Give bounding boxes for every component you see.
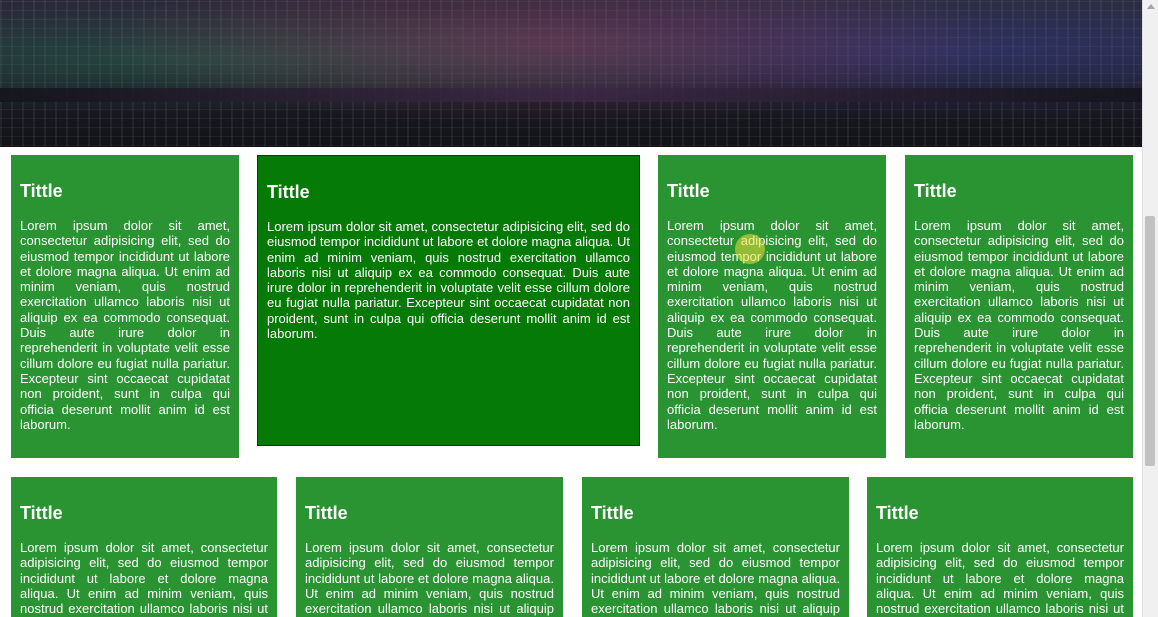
card-title: Tittle: [20, 503, 63, 523]
card-5: Tittle Lorem ipsum dolor sit amet, conse…: [11, 477, 277, 617]
card-6: Tittle Lorem ipsum dolor sit amet, conse…: [296, 477, 563, 617]
card-title: Tittle: [876, 503, 919, 523]
card-title: Tittle: [305, 503, 348, 523]
card-text: Lorem ipsum dolor sit amet, consectetur …: [876, 540, 1124, 617]
hero-banner-beam: [0, 88, 1143, 102]
card-text: Lorem ipsum dolor sit amet, consectetur …: [267, 219, 630, 342]
card-3: Tittle Lorem ipsum dolor sit amet, conse…: [658, 155, 886, 458]
card-7: Tittle Lorem ipsum dolor sit amet, conse…: [582, 477, 849, 617]
card-title: Tittle: [591, 503, 634, 523]
vertical-scrollbar[interactable]: [1142, 0, 1158, 617]
card-text: Lorem ipsum dolor sit amet, consectetur …: [914, 218, 1124, 432]
card-2-featured: Tittle Lorem ipsum dolor sit amet, conse…: [257, 155, 640, 446]
card-title: Tittle: [20, 181, 63, 201]
scroll-up-arrow-icon[interactable]: [1147, 4, 1155, 9]
card-text: Lorem ipsum dolor sit amet, consectetur …: [667, 218, 877, 432]
scrollbar-thumb[interactable]: [1145, 216, 1155, 466]
card-1: Tittle Lorem ipsum dolor sit amet, conse…: [11, 155, 239, 458]
hero-banner-image: [0, 0, 1143, 147]
card-text: Lorem ipsum dolor sit amet, consectetur …: [20, 218, 230, 432]
card-title: Tittle: [267, 182, 310, 202]
card-4: Tittle Lorem ipsum dolor sit amet, conse…: [905, 155, 1133, 458]
page-viewport: Tittle Lorem ipsum dolor sit amet, conse…: [0, 0, 1158, 617]
card-text: Lorem ipsum dolor sit amet, consectetur …: [305, 540, 554, 617]
card-text: Lorem ipsum dolor sit amet, consectetur …: [591, 540, 840, 617]
card-title: Tittle: [667, 181, 710, 201]
card-title: Tittle: [914, 181, 957, 201]
card-8: Tittle Lorem ipsum dolor sit amet, conse…: [867, 477, 1133, 617]
card-text: Lorem ipsum dolor sit amet, consectetur …: [20, 540, 268, 617]
